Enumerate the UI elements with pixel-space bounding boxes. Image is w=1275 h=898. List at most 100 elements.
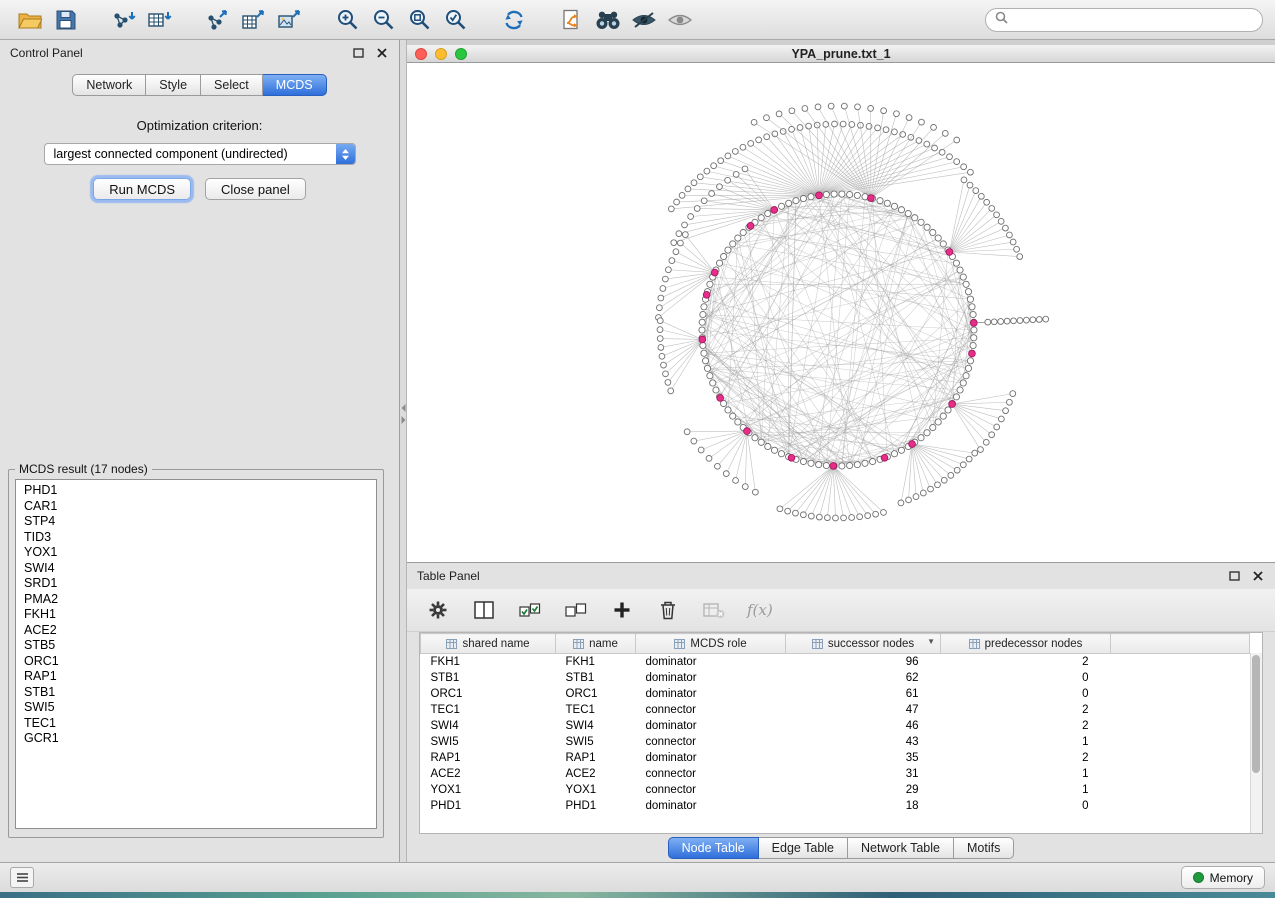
tab-edge-table[interactable]: Edge Table — [759, 837, 848, 859]
tab-select[interactable]: Select — [201, 74, 263, 96]
table-row[interactable]: PHD1PHD1dominator180 — [421, 798, 1250, 814]
open-session-icon[interactable] — [12, 4, 48, 36]
table-cell[interactable]: ORC1 — [556, 686, 636, 702]
table-cell[interactable]: ORC1 — [421, 686, 556, 702]
float-table-panel-icon[interactable] — [1227, 569, 1241, 583]
function-builder-fx-icon[interactable]: f(x) — [747, 601, 773, 619]
mcds-result-item[interactable]: TID3 — [16, 530, 376, 546]
table-cell[interactable]: PHD1 — [556, 798, 636, 814]
export-table-icon[interactable] — [236, 4, 272, 36]
table-cell[interactable]: ACE2 — [421, 766, 556, 782]
table-cell[interactable]: connector — [636, 734, 786, 750]
table-row[interactable]: STB1STB1dominator620 — [421, 670, 1250, 686]
zoom-fit-icon[interactable] — [402, 4, 438, 36]
table-row[interactable]: SWI4SWI4dominator462 — [421, 718, 1250, 734]
table-cell[interactable]: 0 — [941, 686, 1111, 702]
tab-network-table[interactable]: Network Table — [848, 837, 954, 859]
table-scrollbar[interactable] — [1250, 653, 1262, 833]
mcds-result-item[interactable]: YOX1 — [16, 545, 376, 561]
mcds-result-item[interactable]: STP4 — [16, 514, 376, 530]
table-cell[interactable]: TEC1 — [421, 702, 556, 718]
mcds-result-item[interactable]: RAP1 — [16, 669, 376, 685]
table-cell[interactable]: SWI4 — [556, 718, 636, 734]
table-cell[interactable]: SWI5 — [556, 734, 636, 750]
tab-motifs[interactable]: Motifs — [954, 837, 1014, 859]
mcds-result-item[interactable]: PMA2 — [16, 592, 376, 608]
network-canvas[interactable] — [407, 63, 1275, 562]
mcds-result-item[interactable]: SWI5 — [16, 700, 376, 716]
mcds-result-item[interactable]: STB5 — [16, 638, 376, 654]
table-cell[interactable]: 62 — [786, 670, 941, 686]
memory-button[interactable]: Memory — [1181, 866, 1265, 889]
table-cell[interactable]: 43 — [786, 734, 941, 750]
mcds-result-list[interactable]: PHD1CAR1STP4TID3YOX1SWI4SRD1PMA2FKH1ACE2… — [15, 479, 377, 829]
table-cell[interactable]: TEC1 — [556, 702, 636, 718]
export-network-icon[interactable] — [200, 4, 236, 36]
mcds-result-item[interactable]: SRD1 — [16, 576, 376, 592]
table-row[interactable]: TEC1TEC1connector472 — [421, 702, 1250, 718]
table-cell[interactable]: YOX1 — [556, 782, 636, 798]
table-cell[interactable]: dominator — [636, 718, 786, 734]
table-cell[interactable]: connector — [636, 782, 786, 798]
table-cell[interactable]: 0 — [941, 798, 1111, 814]
tab-mcds[interactable]: MCDS — [263, 74, 327, 96]
new-network-from-selection-icon[interactable] — [554, 4, 590, 36]
table-row[interactable]: ORC1ORC1dominator610 — [421, 686, 1250, 702]
table-cell[interactable]: connector — [636, 766, 786, 782]
sort-descending-icon[interactable]: ▼ — [927, 637, 935, 646]
network-graph[interactable] — [407, 63, 1275, 562]
table-cell[interactable]: 61 — [786, 686, 941, 702]
select-all-rows-icon[interactable] — [517, 597, 543, 623]
table-cell[interactable]: PHD1 — [421, 798, 556, 814]
column-header-successor-nodes[interactable]: successor nodes▼ — [786, 634, 941, 654]
table-settings-gear-icon[interactable] — [425, 597, 451, 623]
add-column-icon[interactable] — [609, 597, 635, 623]
column-header-mcds-role[interactable]: MCDS role — [636, 634, 786, 654]
table-cell[interactable]: dominator — [636, 654, 786, 671]
table-scrollbar-thumb[interactable] — [1252, 655, 1260, 773]
delete-table-icon-disabled[interactable] — [701, 597, 727, 623]
mcds-result-item[interactable]: SWI4 — [16, 561, 376, 577]
search-input[interactable] — [1014, 12, 1253, 28]
deselect-all-rows-icon[interactable] — [563, 597, 589, 623]
import-table-icon[interactable] — [142, 4, 178, 36]
table-cell[interactable]: 31 — [786, 766, 941, 782]
show-columns-icon[interactable] — [471, 597, 497, 623]
table-cell[interactable]: 29 — [786, 782, 941, 798]
table-cell[interactable]: FKH1 — [421, 654, 556, 671]
table-cell[interactable]: 18 — [786, 798, 941, 814]
table-cell[interactable]: STB1 — [421, 670, 556, 686]
delete-column-trash-icon[interactable] — [655, 597, 681, 623]
zoom-in-icon[interactable] — [330, 4, 366, 36]
show-hide-eye-icon[interactable] — [662, 4, 698, 36]
mcds-result-item[interactable]: CAR1 — [16, 499, 376, 515]
table-cell[interactable]: STB1 — [556, 670, 636, 686]
import-network-icon[interactable] — [106, 4, 142, 36]
float-panel-icon[interactable] — [351, 46, 365, 60]
mcds-result-item[interactable]: TEC1 — [16, 716, 376, 732]
mcds-result-item[interactable]: FKH1 — [16, 607, 376, 623]
mcds-result-item[interactable]: GCR1 — [16, 731, 376, 747]
optimization-criterion-dropdown[interactable]: largest connected component (undirected) — [44, 143, 356, 165]
table-cell[interactable]: RAP1 — [556, 750, 636, 766]
table-cell[interactable]: 2 — [941, 702, 1111, 718]
table-cell[interactable]: RAP1 — [421, 750, 556, 766]
table-cell[interactable]: SWI5 — [421, 734, 556, 750]
table-cell[interactable]: dominator — [636, 670, 786, 686]
table-cell[interactable]: 46 — [786, 718, 941, 734]
tab-network[interactable]: Network — [72, 74, 146, 96]
zoom-out-icon[interactable] — [366, 4, 402, 36]
table-cell[interactable]: dominator — [636, 750, 786, 766]
mcds-result-item[interactable]: STB1 — [16, 685, 376, 701]
mcds-result-item[interactable]: ORC1 — [16, 654, 376, 670]
table-cell[interactable]: FKH1 — [556, 654, 636, 671]
table-cell[interactable]: dominator — [636, 686, 786, 702]
refresh-layout-icon[interactable] — [496, 4, 532, 36]
panel-splitter[interactable] — [400, 40, 407, 862]
task-history-button[interactable] — [10, 867, 34, 888]
network-window-titlebar[interactable]: YPA_prune.txt_1 — [407, 45, 1275, 63]
table-cell[interactable]: 2 — [941, 718, 1111, 734]
table-row[interactable]: ACE2ACE2connector311 — [421, 766, 1250, 782]
column-header-predecessor-nodes[interactable]: predecessor nodes — [941, 634, 1111, 654]
zoom-selected-icon[interactable] — [438, 4, 474, 36]
